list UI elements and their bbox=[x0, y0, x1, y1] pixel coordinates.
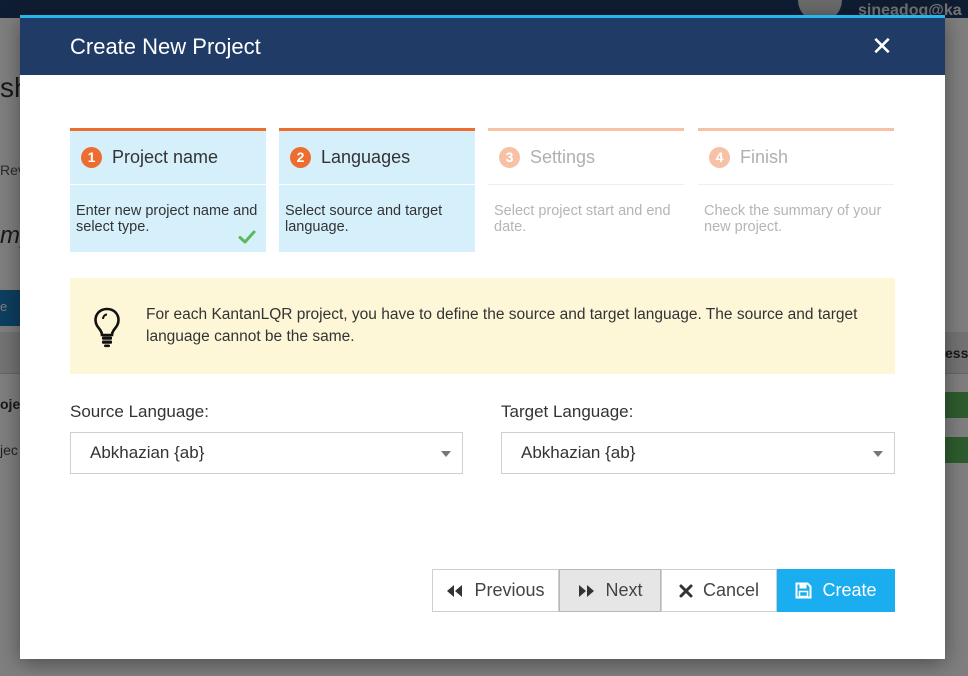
step-header: 3 Settings bbox=[488, 131, 684, 185]
source-language-select[interactable]: Abkhazian {ab} bbox=[70, 432, 463, 474]
forward-icon bbox=[579, 584, 595, 597]
close-icon bbox=[679, 584, 693, 597]
info-alert: For each KantanLQR project, you have to … bbox=[70, 278, 895, 374]
caret-down-icon bbox=[441, 451, 451, 457]
step-label: Finish bbox=[740, 147, 789, 167]
step-description: Enter new project name and select type. bbox=[76, 203, 258, 235]
step-description: Check the summary of your new project. bbox=[704, 203, 882, 235]
step-finish[interactable]: 4 Finish Check the summary of your new p… bbox=[698, 128, 894, 252]
create-label: Create bbox=[822, 580, 877, 600]
step-header: 1 Project name bbox=[70, 131, 266, 185]
step-header: 4 Finish bbox=[698, 131, 894, 185]
step-number: 2 bbox=[290, 147, 311, 168]
step-settings[interactable]: 3 Settings Select project start and end … bbox=[488, 128, 684, 252]
cancel-button[interactable]: Cancel bbox=[661, 569, 777, 612]
next-button[interactable]: Next bbox=[559, 569, 661, 612]
save-icon bbox=[795, 582, 812, 599]
step-header: 2 Languages bbox=[279, 131, 475, 185]
step-description: Select source and target language. bbox=[285, 203, 443, 235]
create-button[interactable]: Create bbox=[777, 569, 895, 612]
source-language-value: Abkhazian {ab} bbox=[90, 443, 205, 462]
backward-icon bbox=[447, 584, 463, 597]
step-number: 1 bbox=[81, 147, 102, 168]
source-language-label: Source Language: bbox=[70, 402, 209, 421]
step-project-name[interactable]: 1 Project name Enter new project name an… bbox=[70, 128, 266, 252]
step-label: Settings bbox=[530, 147, 596, 167]
previous-button[interactable]: Previous bbox=[432, 569, 559, 612]
next-label: Next bbox=[605, 580, 643, 600]
lightbulb-icon bbox=[94, 307, 120, 348]
wizard-steps: 1 Project name Enter new project name an… bbox=[70, 128, 895, 253]
step-description: Select project start and end date. bbox=[494, 203, 671, 235]
target-language-select[interactable]: Abkhazian {ab} bbox=[501, 432, 895, 474]
dialog-title: Create New Project bbox=[70, 34, 261, 59]
step-number: 3 bbox=[499, 147, 520, 168]
caret-down-icon bbox=[873, 451, 883, 457]
step-label: Languages bbox=[321, 147, 411, 167]
target-language-label: Target Language: bbox=[501, 402, 634, 421]
step-languages[interactable]: 2 Languages Select source and target lan… bbox=[279, 128, 475, 252]
step-number: 4 bbox=[709, 147, 730, 168]
info-text: For each KantanLQR project, you have to … bbox=[146, 306, 858, 345]
target-language-value: Abkhazian {ab} bbox=[521, 443, 636, 462]
step-label: Project name bbox=[112, 147, 219, 167]
dialog-header: Create New Project ✕ bbox=[20, 18, 945, 75]
create-project-dialog: Create New Project ✕ 1 Project name Ente… bbox=[20, 15, 945, 659]
cancel-label: Cancel bbox=[702, 580, 760, 600]
checkmark-icon bbox=[238, 230, 256, 244]
close-icon[interactable]: ✕ bbox=[868, 32, 896, 60]
previous-label: Previous bbox=[474, 580, 545, 600]
